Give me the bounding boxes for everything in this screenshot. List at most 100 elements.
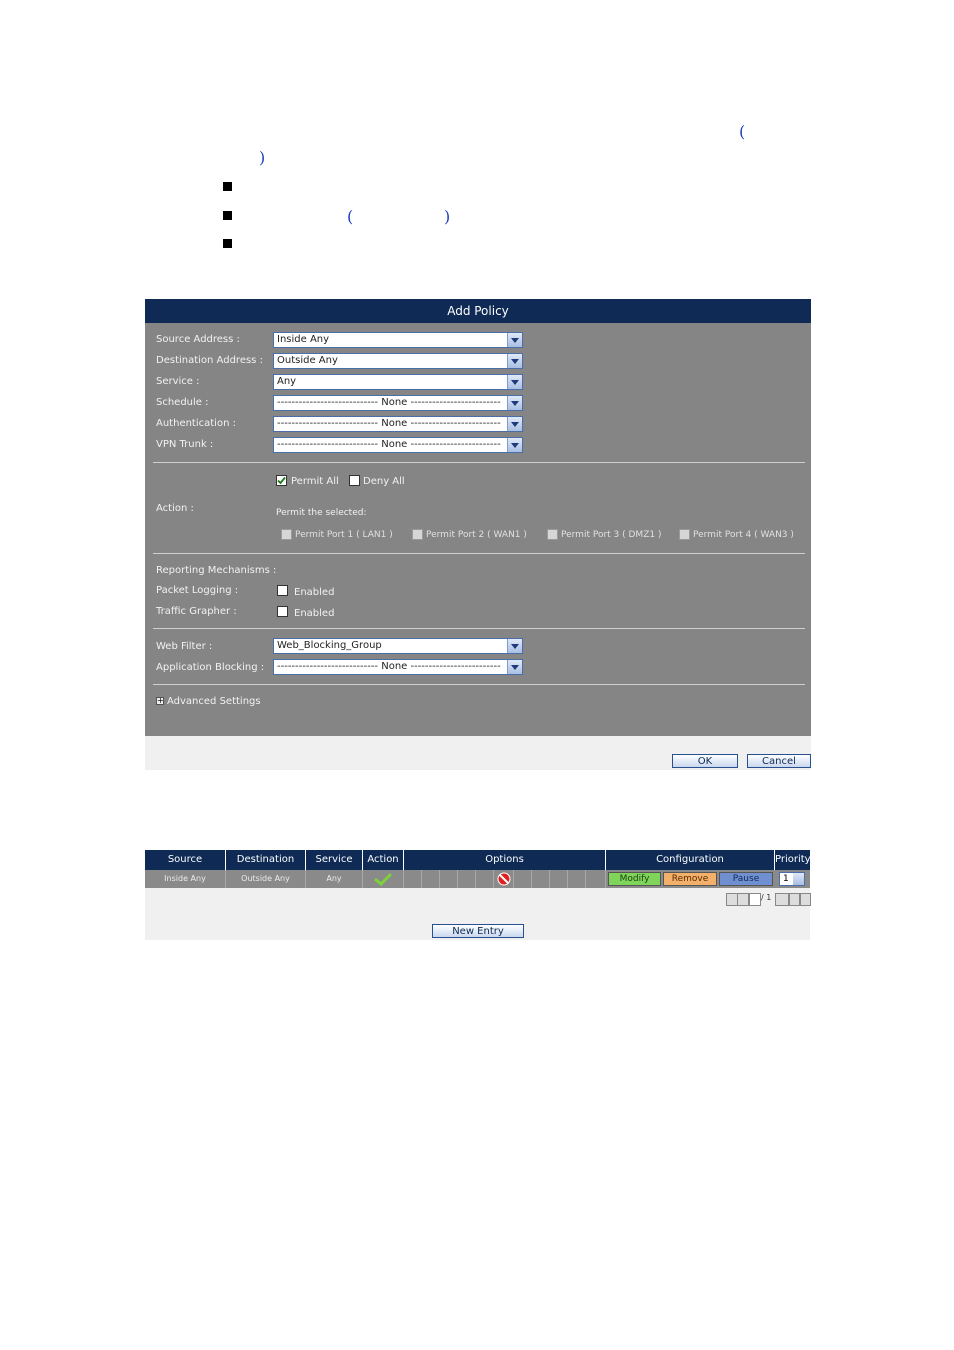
col-configuration: Configuration <box>606 850 775 870</box>
option-cell <box>514 870 532 888</box>
service-value: Any <box>277 376 297 387</box>
schedule-value: ---------------------------- None ------… <box>277 397 501 408</box>
schedule-label: Schedule : <box>156 397 209 408</box>
col-destination: Destination <box>226 850 306 870</box>
schedule-select[interactable]: ---------------------------- None ------… <box>273 395 523 411</box>
packet-logging-label: Packet Logging : <box>156 585 239 596</box>
traffic-grapher-checkbox[interactable] <box>277 606 288 617</box>
open-paren-1: ( <box>739 122 746 141</box>
page-total: / 1 <box>761 893 772 902</box>
port2-label: Permit Port 2 ( WAN1 ) <box>426 530 527 540</box>
authentication-label: Authentication : <box>156 418 236 429</box>
add-policy-panel: Add Policy Source Address : Inside Any D… <box>145 299 811 770</box>
packet-logging-checkbox[interactable] <box>277 585 288 596</box>
bullet-1 <box>223 182 232 191</box>
option-cell <box>458 870 476 888</box>
port3-checkbox[interactable] <box>547 529 558 540</box>
cell-service: Any <box>306 870 363 888</box>
expand-plus-icon[interactable]: + <box>156 697 164 705</box>
policy-footer: OK Cancel <box>145 736 811 770</box>
vpn-trunk-label: VPN Trunk : <box>156 439 214 450</box>
port4-checkbox[interactable] <box>679 529 690 540</box>
add-policy-title: Add Policy <box>145 299 811 323</box>
permit-all-label: Permit All <box>291 476 339 487</box>
last-page-icon[interactable] <box>800 893 811 906</box>
destination-address-select[interactable]: Outside Any <box>273 353 523 369</box>
col-action: Action <box>363 850 404 870</box>
remove-button[interactable]: Remove <box>663 872 717 886</box>
app-blocking-select[interactable]: ---------------------------- None ------… <box>273 659 523 675</box>
source-address-select[interactable]: Inside Any <box>273 332 523 348</box>
port2-checkbox[interactable] <box>412 529 423 540</box>
web-filter-select[interactable]: Web_Blocking_Group <box>273 638 523 654</box>
web-filter-block-icon <box>497 872 510 886</box>
checkmark-icon <box>277 476 286 485</box>
source-address-label: Source Address : <box>156 334 240 345</box>
permit-all-checkbox[interactable] <box>276 475 287 486</box>
ok-button[interactable]: OK <box>672 754 738 768</box>
table-row: Inside Any Outside Any Any Modify Remove… <box>145 870 810 888</box>
app-blocking-label: Application Blocking : <box>156 662 265 673</box>
divider <box>153 462 805 463</box>
pause-button[interactable]: Pause <box>719 872 773 886</box>
cell-action <box>363 870 404 888</box>
cell-destination: Outside Any <box>226 870 306 888</box>
port3-label: Permit Port 3 ( DMZ1 ) <box>561 530 662 540</box>
destination-address-label: Destination Address : <box>156 355 263 366</box>
chevron-down-icon[interactable] <box>507 660 522 674</box>
port1-label: Permit Port 1 ( LAN1 ) <box>295 530 393 540</box>
divider <box>153 553 805 554</box>
web-filter-value: Web_Blocking_Group <box>277 640 382 651</box>
chevron-down-icon[interactable] <box>507 639 522 653</box>
chevron-down-icon[interactable] <box>793 873 804 885</box>
option-cell <box>404 870 422 888</box>
deny-all-checkbox[interactable] <box>349 475 360 486</box>
open-paren-2: ( <box>347 207 354 226</box>
chevron-down-icon[interactable] <box>507 333 522 347</box>
chevron-down-icon[interactable] <box>507 375 522 389</box>
vpn-trunk-value: ---------------------------- None ------… <box>277 439 501 450</box>
page-input[interactable] <box>749 893 761 906</box>
chevron-down-icon[interactable] <box>507 438 522 452</box>
close-paren-2: ) <box>444 207 451 226</box>
priority-select[interactable]: 1 <box>779 872 805 886</box>
divider <box>153 628 805 629</box>
cancel-button[interactable]: Cancel <box>747 754 811 768</box>
web-filter-label: Web Filter : <box>156 641 213 652</box>
divider <box>153 684 805 685</box>
service-select[interactable]: Any <box>273 374 523 390</box>
app-blocking-value: ---------------------------- None ------… <box>277 661 501 672</box>
modify-button[interactable]: Modify <box>608 872 661 886</box>
go-page-button[interactable] <box>775 893 789 906</box>
port1-checkbox[interactable] <box>281 529 292 540</box>
authentication-select[interactable]: ---------------------------- None ------… <box>273 416 523 432</box>
packet-logging-enabled: Enabled <box>294 587 335 598</box>
bullet-2 <box>223 211 232 220</box>
permit-check-icon <box>374 872 393 887</box>
action-label: Action : <box>156 503 194 514</box>
priority-value: 1 <box>783 874 789 884</box>
advanced-settings-link[interactable]: Advanced Settings <box>167 696 261 707</box>
port4-label: Permit Port 4 ( WAN3 ) <box>693 530 794 540</box>
chevron-down-icon[interactable] <box>507 417 522 431</box>
option-cell <box>568 870 586 888</box>
col-options: Options <box>404 850 606 870</box>
bullet-3 <box>223 239 232 248</box>
chevron-down-icon[interactable] <box>507 354 522 368</box>
option-cell <box>422 870 440 888</box>
policy-table: Source Destination Service Action Option… <box>145 850 811 940</box>
close-paren-1: ) <box>259 148 266 167</box>
option-cell <box>586 870 606 888</box>
cell-source: Inside Any <box>145 870 226 888</box>
permit-selected-label: Permit the selected: <box>276 508 367 518</box>
prev-page-icon[interactable] <box>737 893 749 906</box>
next-page-icon[interactable] <box>789 893 800 906</box>
chevron-down-icon[interactable] <box>507 396 522 410</box>
deny-all-label: Deny All <box>363 476 405 487</box>
new-entry-button[interactable]: New Entry <box>432 924 524 938</box>
source-address-value: Inside Any <box>277 334 330 345</box>
vpn-trunk-select[interactable]: ---------------------------- None ------… <box>273 437 523 453</box>
option-cell <box>440 870 458 888</box>
option-cell <box>476 870 494 888</box>
col-priority: Priority <box>775 850 811 870</box>
